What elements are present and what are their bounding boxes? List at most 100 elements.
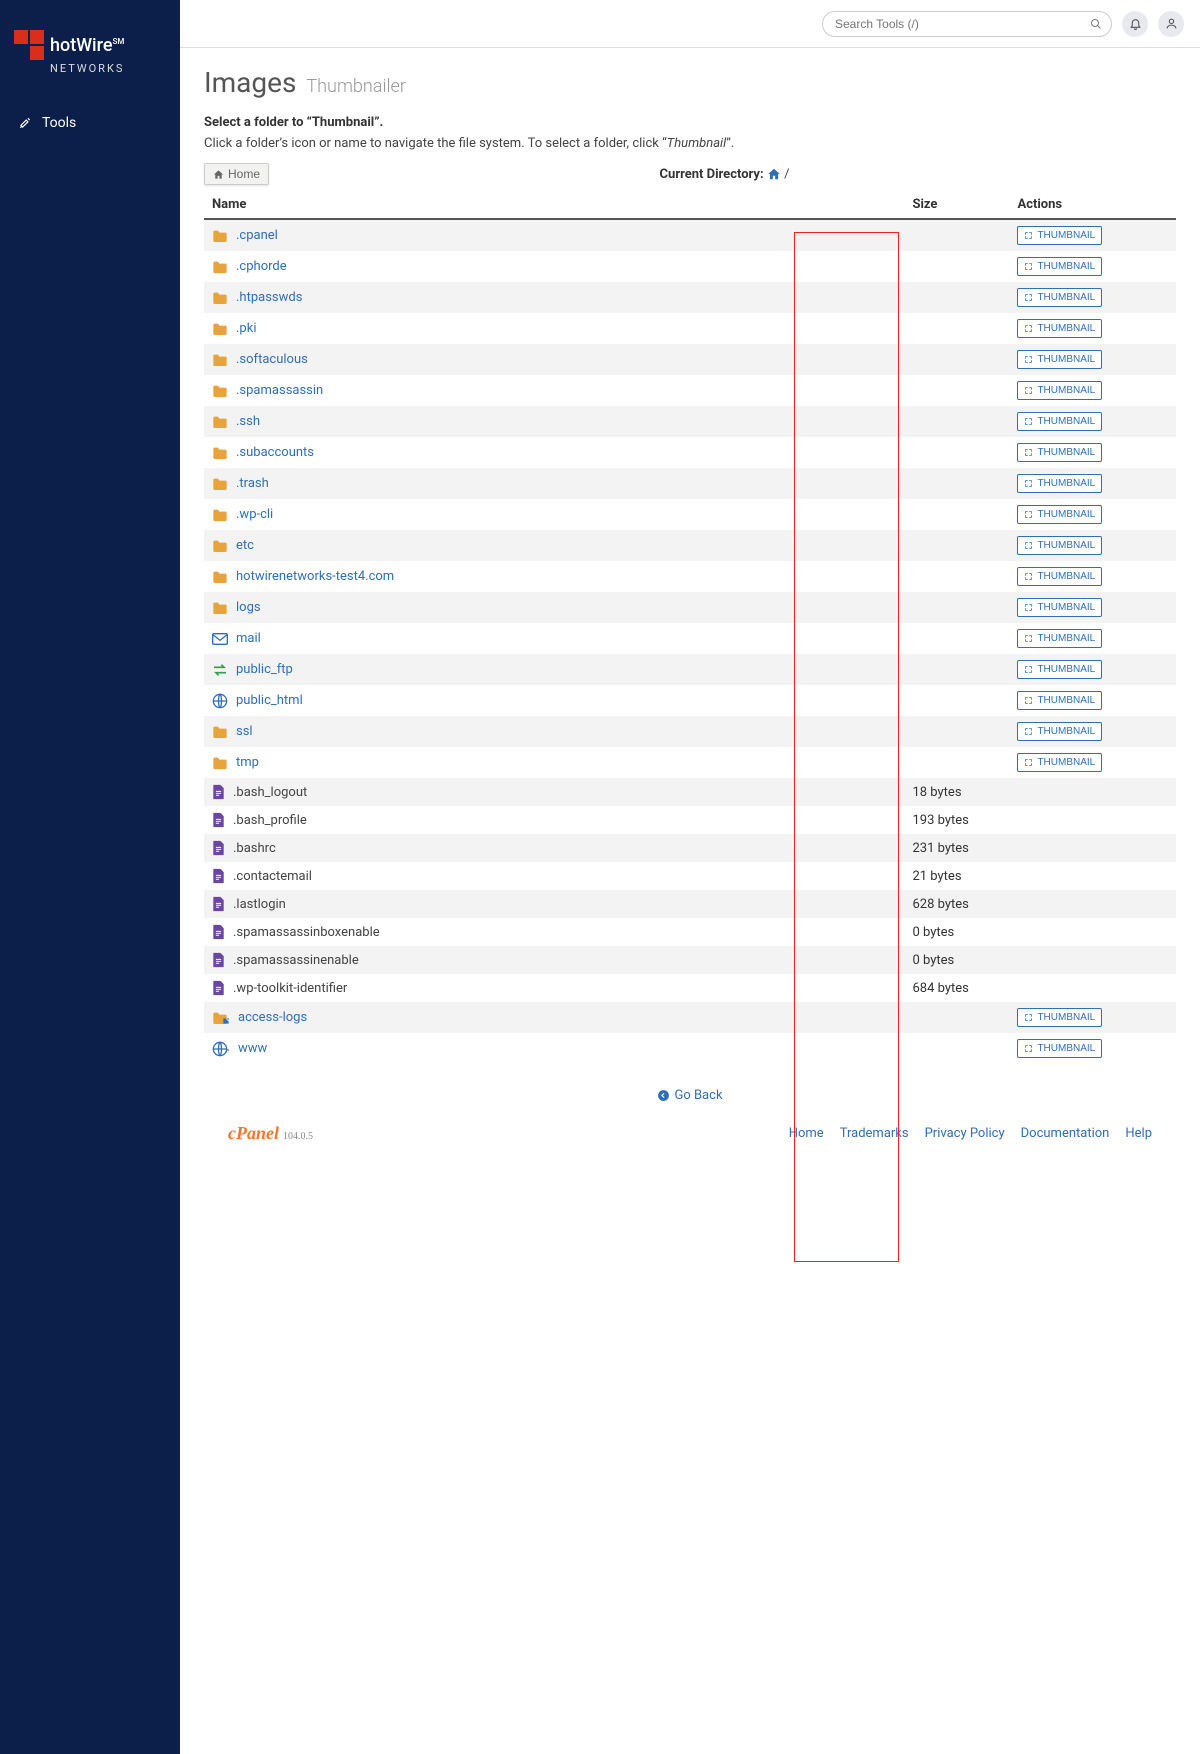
- folder-icon: [212, 291, 228, 305]
- folder-icon: [212, 415, 228, 429]
- thumbnail-icon: [1024, 634, 1033, 643]
- row-name-label[interactable]: ssl: [236, 724, 253, 739]
- row-size: 684 bytes: [904, 974, 1009, 1002]
- th-name: Name: [204, 191, 904, 219]
- row-icon[interactable]: [212, 415, 228, 429]
- row-name-label[interactable]: .pki: [236, 321, 256, 336]
- thumbnail-button[interactable]: THUMBNAIL: [1017, 505, 1102, 524]
- row-icon[interactable]: [212, 508, 228, 522]
- search-input[interactable]: [822, 11, 1112, 37]
- row-icon[interactable]: [212, 1041, 230, 1057]
- row-icon[interactable]: [212, 477, 228, 491]
- file-icon: [212, 980, 225, 996]
- folder-icon: [212, 725, 228, 739]
- topbar: [180, 0, 1200, 48]
- go-back-link[interactable]: Go Back: [204, 1088, 1176, 1103]
- row-name-label[interactable]: etc: [236, 538, 254, 553]
- footer-link[interactable]: Documentation: [1021, 1126, 1110, 1141]
- row-icon[interactable]: [212, 756, 228, 770]
- home-button[interactable]: Home: [204, 163, 269, 185]
- row-name-label[interactable]: www: [238, 1041, 267, 1056]
- thumbnail-icon: [1024, 386, 1033, 395]
- thumbnail-button[interactable]: THUMBNAIL: [1017, 474, 1102, 493]
- thumbnail-button[interactable]: THUMBNAIL: [1017, 722, 1102, 741]
- row-name-label[interactable]: hotwirenetworks-test4.com: [236, 569, 394, 584]
- row-name-label[interactable]: public_ftp: [236, 662, 293, 677]
- row-icon[interactable]: [212, 446, 228, 460]
- row-size: [904, 716, 1009, 747]
- row-icon[interactable]: [212, 322, 228, 336]
- thumbnail-icon: [1024, 479, 1033, 488]
- row-name-label[interactable]: .spamassassin: [236, 383, 323, 398]
- thumbnail-icon: [1024, 293, 1033, 302]
- thumbnail-button[interactable]: THUMBNAIL: [1017, 412, 1102, 431]
- row-icon[interactable]: [212, 353, 228, 367]
- row-icon[interactable]: [212, 725, 228, 739]
- row-size: 0 bytes: [904, 946, 1009, 974]
- row-name-label[interactable]: .cpanel: [236, 228, 278, 243]
- thumbnail-button[interactable]: THUMBNAIL: [1017, 381, 1102, 400]
- row-name-label[interactable]: .htpasswds: [236, 290, 302, 305]
- row-icon[interactable]: [212, 291, 228, 305]
- row-size: [904, 561, 1009, 592]
- thumbnail-button[interactable]: THUMBNAIL: [1017, 257, 1102, 276]
- row-icon[interactable]: [212, 601, 228, 615]
- folder-icon: [212, 353, 228, 367]
- row-name-label: .contactemail: [233, 869, 312, 884]
- thumbnail-button[interactable]: THUMBNAIL: [1017, 629, 1102, 648]
- thumbnail-button[interactable]: THUMBNAIL: [1017, 226, 1102, 245]
- row-size: [904, 406, 1009, 437]
- row-name-label[interactable]: tmp: [236, 755, 259, 770]
- tools-icon: [18, 116, 32, 130]
- thumbnail-button[interactable]: THUMBNAIL: [1017, 288, 1102, 307]
- row-icon[interactable]: [212, 260, 228, 274]
- row-name-label[interactable]: .wp-cli: [236, 507, 273, 522]
- title-sub: Thumbnailer: [306, 76, 405, 97]
- footer-link[interactable]: Trademarks: [840, 1126, 909, 1141]
- thumbnail-button[interactable]: THUMBNAIL: [1017, 536, 1102, 555]
- row-icon[interactable]: [212, 693, 228, 709]
- footer-link[interactable]: Help: [1125, 1126, 1152, 1141]
- thumbnail-button[interactable]: THUMBNAIL: [1017, 1039, 1102, 1058]
- thumbnail-button[interactable]: THUMBNAIL: [1017, 753, 1102, 772]
- row-name-label[interactable]: .softaculous: [236, 352, 308, 367]
- row-name-label[interactable]: mail: [236, 631, 261, 646]
- row-icon: [212, 924, 225, 940]
- thumbnail-button[interactable]: THUMBNAIL: [1017, 691, 1102, 710]
- table-row: .bash_profile 193 bytes: [204, 806, 1176, 834]
- thumbnail-button[interactable]: THUMBNAIL: [1017, 350, 1102, 369]
- footer-link[interactable]: Home: [789, 1126, 824, 1141]
- row-icon[interactable]: [212, 664, 228, 676]
- thumbnail-button[interactable]: THUMBNAIL: [1017, 567, 1102, 586]
- row-size: [904, 499, 1009, 530]
- row-icon[interactable]: [212, 633, 228, 645]
- row-size: [904, 1033, 1009, 1064]
- nav-tools[interactable]: Tools: [0, 105, 180, 141]
- thumbnail-button[interactable]: THUMBNAIL: [1017, 598, 1102, 617]
- row-icon[interactable]: [212, 570, 228, 584]
- mail-icon: [212, 633, 228, 645]
- home-link-icon[interactable]: [767, 167, 781, 181]
- thumbnail-button[interactable]: THUMBNAIL: [1017, 443, 1102, 462]
- user-icon: [1165, 17, 1178, 30]
- thumbnail-button[interactable]: THUMBNAIL: [1017, 1008, 1102, 1027]
- row-actions: THUMBNAIL: [1009, 530, 1119, 561]
- row-icon[interactable]: [212, 229, 228, 243]
- row-icon[interactable]: [212, 1011, 230, 1025]
- account-button[interactable]: [1158, 11, 1184, 37]
- go-back-label: Go Back: [674, 1088, 722, 1103]
- row-name-label[interactable]: public_html: [236, 693, 303, 708]
- row-size: [904, 282, 1009, 313]
- row-icon[interactable]: [212, 384, 228, 398]
- notifications-button[interactable]: [1122, 11, 1148, 37]
- row-name-label[interactable]: .trash: [236, 476, 269, 491]
- footer-link[interactable]: Privacy Policy: [925, 1126, 1005, 1141]
- row-name-label[interactable]: .cphorde: [236, 259, 287, 274]
- row-name-label[interactable]: access-logs: [238, 1010, 307, 1025]
- thumbnail-button[interactable]: THUMBNAIL: [1017, 660, 1102, 679]
- thumbnail-button[interactable]: THUMBNAIL: [1017, 319, 1102, 338]
- row-name-label[interactable]: .ssh: [236, 414, 260, 429]
- row-icon[interactable]: [212, 539, 228, 553]
- row-name-label[interactable]: .subaccounts: [236, 445, 314, 460]
- row-name-label[interactable]: logs: [236, 600, 261, 615]
